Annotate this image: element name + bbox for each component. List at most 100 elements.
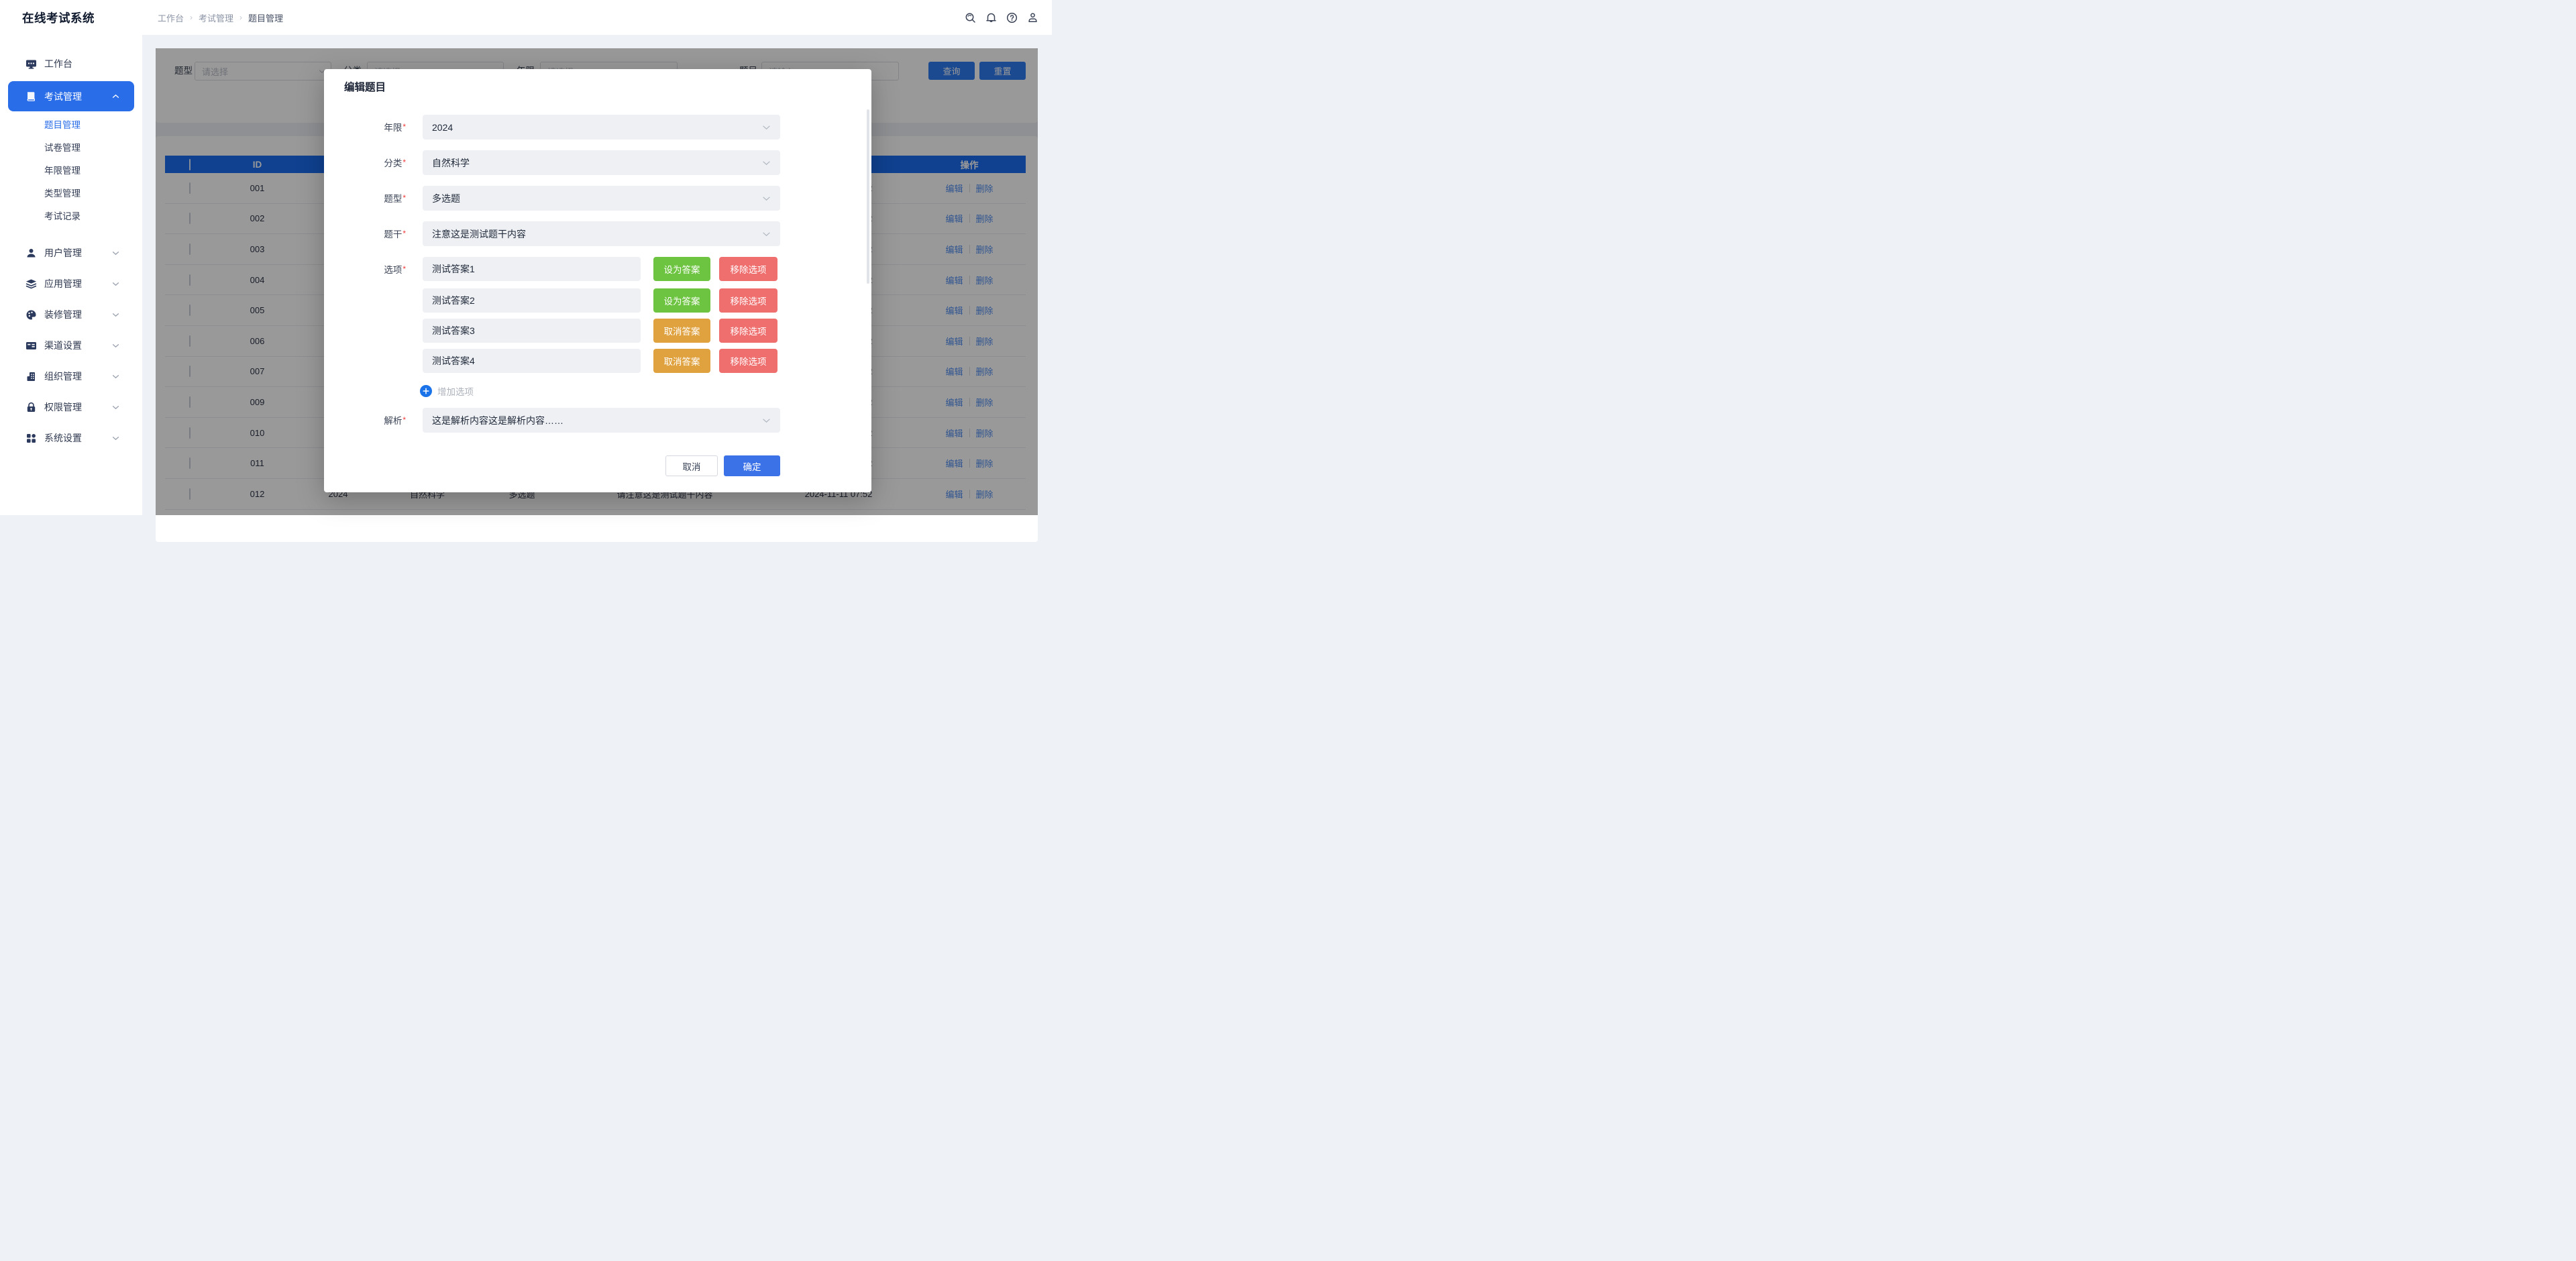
sidebar-item-label: 系统设置 [44, 431, 82, 445]
sidebar-subitem-question-management[interactable]: 题目管理 [0, 114, 142, 137]
sidebar-item-exam-management[interactable]: 考试管理 [8, 81, 134, 111]
breadcrumb-question-management: 题目管理 [248, 11, 283, 24]
required-asterisk: * [402, 158, 406, 167]
layers-icon [25, 278, 37, 290]
sidebar-item-label: 组织管理 [44, 370, 82, 383]
chevron-down-icon [112, 436, 119, 441]
sidebar: 在线考试系统 工作台 考试管理 题目管理 试卷管理 年限管理 类型管理 考试记录 [0, 0, 142, 515]
field-label: 选项* [344, 257, 423, 282]
sidebar-subitem-paper-management[interactable]: 试卷管理 [0, 137, 142, 160]
chevron-down-icon [112, 405, 119, 410]
modal-footer: 取消 确定 [423, 455, 780, 476]
lock-icon [25, 402, 37, 413]
breadcrumb-exam-management[interactable]: 考试管理 [199, 11, 233, 24]
sidebar-item-label: 渠道设置 [44, 339, 82, 352]
sidebar-item-workbench[interactable]: 工作台 [0, 50, 142, 77]
remove-option-button[interactable]: 移除选项 [719, 288, 777, 313]
form-row-type: 题型* 多选题 [344, 186, 851, 211]
required-asterisk: * [402, 264, 406, 274]
user-icon [25, 248, 37, 259]
remove-option-button[interactable]: 移除选项 [719, 319, 777, 343]
option-row-2: 测试答案2 设为答案 移除选项 [423, 288, 851, 313]
exam-submenu: 题目管理 试卷管理 年限管理 类型管理 考试记录 [0, 114, 142, 228]
sidebar-item-label: 权限管理 [44, 400, 82, 414]
cancel-answer-button[interactable]: 取消答案 [653, 349, 710, 373]
option-input-4[interactable]: 测试答案4 [423, 349, 641, 373]
category-select[interactable]: 自然科学 [423, 150, 780, 175]
help-icon[interactable] [1006, 12, 1018, 23]
sidebar-item-permission-management[interactable]: 权限管理 [0, 392, 142, 423]
remove-option-button[interactable]: 移除选项 [719, 349, 777, 373]
field-label: 解析* [344, 408, 423, 433]
required-asterisk: * [402, 193, 406, 203]
field-label: 分类* [344, 150, 423, 176]
option-row-4: 测试答案4 取消答案 移除选项 [423, 349, 851, 373]
sidebar-item-label: 用户管理 [44, 246, 82, 260]
stem-select[interactable]: 注意这是测试题干内容 [423, 221, 780, 246]
chevron-down-icon [112, 251, 119, 256]
bell-icon[interactable] [985, 12, 997, 23]
field-label: 题型* [344, 186, 423, 211]
topbar-icons [965, 0, 1038, 35]
breadcrumb-workbench[interactable]: 工作台 [158, 11, 184, 24]
sidebar-item-organization-management[interactable]: 组织管理 [0, 361, 142, 392]
search-icon[interactable] [965, 12, 976, 23]
option-input-1[interactable]: 测试答案1 [423, 257, 641, 281]
option-row-3: 测试答案3 取消答案 移除选项 [423, 319, 851, 343]
sidebar-item-label: 考试管理 [44, 90, 82, 103]
sidebar-subitem-type-management[interactable]: 类型管理 [0, 182, 142, 205]
content-stage: 题型 请选择 分类 请选择 年限 请选择 题目 请输入 查询 重置 新增 删除 [156, 48, 1038, 515]
type-select[interactable]: 多选题 [423, 186, 780, 211]
chevron-down-icon [762, 160, 771, 166]
form-row-category: 分类* 自然科学 [344, 150, 851, 176]
chevron-down-icon [112, 313, 119, 317]
form-row-analysis: 解析* 这是解析内容这是解析内容…… [344, 408, 851, 433]
sidebar-item-system-settings[interactable]: 系统设置 [0, 423, 142, 453]
sidebar-groups: 用户管理 应用管理 装修管理 渠道设置 [0, 237, 142, 453]
required-asterisk: * [402, 229, 406, 238]
dashboard-monitor-icon [25, 58, 37, 70]
sidebar-item-app-management[interactable]: 应用管理 [0, 268, 142, 299]
modal-title: 编辑题目 [344, 81, 851, 100]
year-select[interactable]: 2024 [423, 115, 780, 140]
sidebar-item-user-management[interactable]: 用户管理 [0, 237, 142, 268]
edit-question-modal: 编辑题目 年限* 2024 分类* 自然科学 题型* 多选题 [324, 69, 871, 492]
book-icon [25, 91, 37, 102]
breadcrumb-separator: › [190, 13, 193, 22]
cancel-answer-button[interactable]: 取消答案 [653, 319, 710, 343]
chevron-down-icon [762, 125, 771, 130]
option-row-1: 选项* 测试答案1 设为答案 移除选项 [344, 257, 851, 282]
option-input-2[interactable]: 测试答案2 [423, 288, 641, 313]
analysis-select[interactable]: 这是解析内容这是解析内容…… [423, 408, 780, 433]
remove-option-button[interactable]: 移除选项 [719, 257, 777, 281]
sidebar-subitem-exam-records[interactable]: 考试记录 [0, 205, 142, 228]
option-input-3[interactable]: 测试答案3 [423, 319, 641, 343]
main-content: 题型 请选择 分类 请选择 年限 请选择 题目 请输入 查询 重置 新增 删除 [142, 35, 1052, 515]
breadcrumb-separator: › [239, 13, 242, 22]
set-answer-button[interactable]: 设为答案 [653, 288, 710, 313]
form-row-year: 年限* 2024 [344, 115, 851, 140]
grid-icon [25, 433, 37, 444]
user-avatar-icon[interactable] [1027, 12, 1038, 23]
add-option-button[interactable]: 增加选项 [420, 383, 851, 399]
field-label: 年限* [344, 115, 423, 140]
required-asterisk: * [402, 122, 406, 131]
topbar: 工作台 › 考试管理 › 题目管理 [142, 0, 1052, 36]
sidebar-nav: 工作台 考试管理 题目管理 试卷管理 年限管理 类型管理 考试记录 用户管理 [0, 50, 142, 453]
cancel-button[interactable]: 取消 [665, 455, 718, 476]
sidebar-item-label: 工作台 [44, 57, 72, 70]
sidebar-item-channel-settings[interactable]: 渠道设置 [0, 330, 142, 361]
chevron-down-icon [112, 374, 119, 379]
chevron-down-icon [112, 282, 119, 286]
modal-scrollbar-thumb[interactable] [867, 109, 869, 284]
sidebar-item-label: 装修管理 [44, 308, 82, 321]
field-label: 题干* [344, 221, 423, 247]
sidebar-subitem-year-management[interactable]: 年限管理 [0, 160, 142, 182]
required-asterisk: * [402, 415, 406, 425]
sidebar-item-decoration-management[interactable]: 装修管理 [0, 299, 142, 330]
confirm-button[interactable]: 确定 [724, 455, 780, 476]
form-row-stem: 题干* 注意这是测试题干内容 [344, 221, 851, 247]
sidebar-item-label: 应用管理 [44, 277, 82, 290]
set-answer-button[interactable]: 设为答案 [653, 257, 710, 281]
chevron-up-icon [112, 94, 119, 99]
